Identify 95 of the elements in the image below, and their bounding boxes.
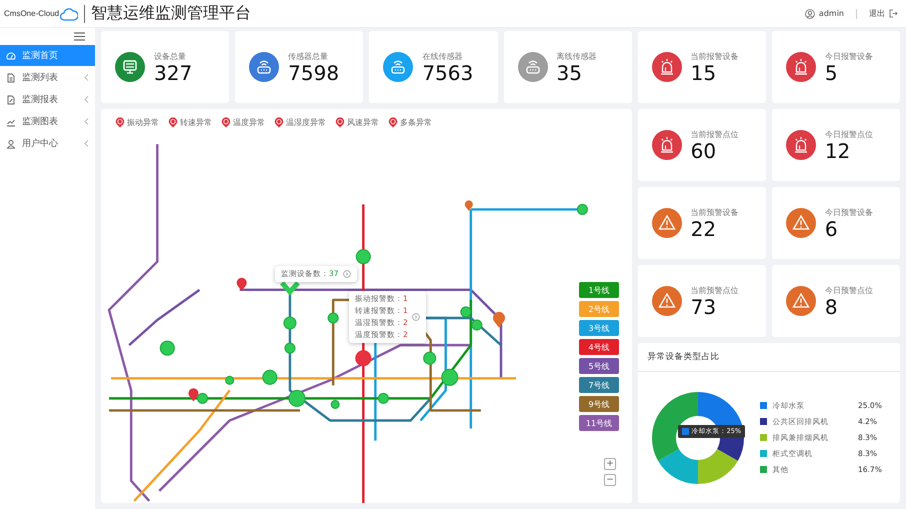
stat-value: 6 [824,218,839,240]
document-icon [6,72,16,82]
stat-label: 当前报警点位 [690,128,739,140]
info-icon[interactable] [412,313,420,321]
station-marker[interactable] [284,342,296,354]
line-button[interactable]: 4号线 [579,339,619,355]
logo-text: CmsOne-Cloud [4,9,60,18]
cloud-icon [60,6,78,20]
edit-document-icon [6,94,16,104]
line-button[interactable]: 11号线 [579,415,619,431]
stat-value: 73 [690,296,718,318]
stat-label: 离线传感器 [556,50,596,62]
station-marker[interactable] [225,376,234,385]
app-title: 智慧运维监测管理平台 [91,3,252,24]
alert-pin-icon [168,117,178,128]
alarm-pin-icon[interactable] [188,388,198,402]
logout-icon[interactable] [889,9,898,18]
stat-value: 22 [690,218,718,240]
alert-pin-icon [335,117,345,128]
warning-pin-icon[interactable] [464,200,473,211]
stat-label: 当前预警点位 [690,284,739,296]
zoom-in-button[interactable]: + [604,458,616,470]
stat-label: 设备总量 [154,50,187,62]
info-icon[interactable] [342,270,351,278]
legend-label: 温度异常 [233,117,265,128]
stat-label: 今日报警点位 [824,128,873,140]
stat-label: 今日报警设备 [824,50,873,62]
warning-pin-icon[interactable] [492,312,506,328]
stat-label: 传感器总量 [288,50,330,62]
line-button[interactable]: 7号线 [579,377,619,393]
stat-label: 今日预警设备 [824,206,873,218]
station-marker[interactable] [356,249,371,264]
stat-value: 327 [154,62,192,84]
station-marker[interactable] [378,392,389,404]
legend-label: 多条异常 [400,117,432,128]
sidebar-label: 监测列表 [22,72,59,84]
donut-slice[interactable] [716,438,744,460]
logout-link[interactable]: 退出 [869,8,885,19]
sidebar-label: 用户中心 [22,138,59,150]
station-marker[interactable] [280,281,300,296]
sidebar-label: 监测报表 [22,94,59,106]
sidebar-label: 监测首页 [22,50,59,62]
station-marker[interactable] [328,312,339,324]
line-button[interactable]: 5号线 [579,358,619,374]
legend-label: 温湿度异常 [286,117,326,128]
line-button[interactable]: 1号线 [579,282,619,298]
legend-label: 振动异常 [127,117,159,128]
stat-value: 35 [556,62,583,84]
station-marker[interactable] [441,368,458,386]
stat-value: 12 [824,140,852,162]
station-marker[interactable] [576,204,588,215]
stat-value: 5 [824,62,839,84]
line-button[interactable]: 9号线 [579,396,619,412]
dashboard-icon [6,50,16,60]
alert-pin-icon [388,117,398,128]
panel-title: 异常设备类型占比 [638,343,900,372]
station-marker[interactable] [262,370,278,385]
stat-value: 15 [690,62,718,84]
station-marker[interactable] [196,392,208,404]
stat-label: 当前预警设备 [690,206,739,218]
alert-pin-icon [274,117,284,128]
alarm-pin-icon[interactable] [236,278,247,291]
line-button[interactable]: 3号线 [579,320,619,336]
stat-label: 今日预警点位 [824,284,873,296]
menu-icon[interactable] [74,32,85,41]
user-icon [6,138,16,148]
station-marker[interactable] [288,390,306,407]
station-marker[interactable] [160,340,175,356]
stat-value: 8 [824,296,839,318]
stat-label: 在线传感器 [422,50,464,62]
station-marker[interactable] [283,316,296,330]
station-marker[interactable] [471,320,482,331]
donut-slice[interactable] [698,448,738,484]
stat-label: 当前报警设备 [690,50,739,62]
sidebar-label: 监测图表 [22,116,59,128]
station-marker[interactable] [330,400,340,409]
sidebar-item[interactable]: 监测图表 [0,111,95,132]
alert-pin-icon [115,117,125,128]
alarm-station-marker[interactable] [355,350,372,366]
stat-value: 7563 [422,62,474,84]
zoom-out-button[interactable]: − [604,474,616,486]
station-marker[interactable] [460,306,472,318]
legend-label: 转速异常 [180,117,212,128]
stat-value: 7598 [288,62,340,84]
sidebar-item[interactable]: 监测列表 [0,67,95,88]
sidebar-item[interactable]: 监测首页 [0,45,95,66]
user-name[interactable]: admin [818,9,844,18]
user-icon [804,8,815,18]
donut-slice[interactable] [652,392,698,460]
legend-label: 风速异常 [347,117,379,128]
station-marker[interactable] [423,352,436,365]
stat-value: 60 [690,140,718,162]
sidebar-item[interactable]: 用户中心 [0,133,95,154]
sidebar-item[interactable]: 监测报表 [0,89,95,110]
alert-pin-icon [221,117,231,128]
